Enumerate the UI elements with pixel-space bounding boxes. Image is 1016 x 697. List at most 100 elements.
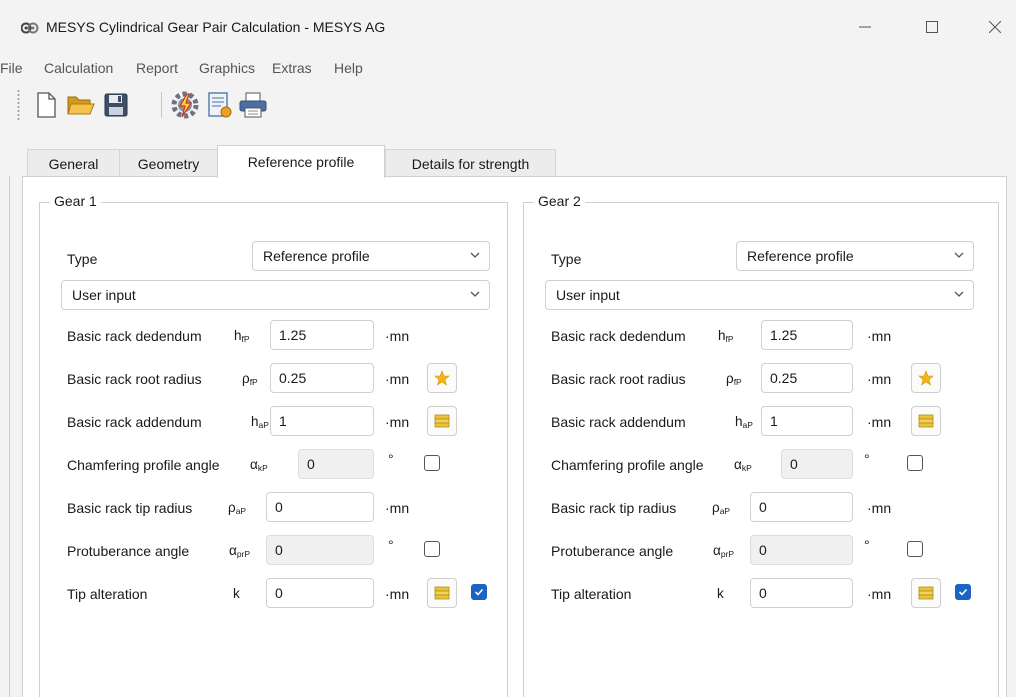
gear-1-input-mode-select[interactable]: User input (61, 280, 490, 310)
menu-bar: File Calculation Report Graphics Extras … (0, 58, 1016, 80)
gear-2-input-mode-select[interactable]: User input (545, 280, 974, 310)
unit-mn: ·mn (867, 328, 892, 344)
gear-1-title: Gear 1 (50, 193, 101, 209)
gear-1-type-select[interactable]: Reference profile (252, 241, 490, 271)
open-button[interactable] (66, 89, 96, 121)
addendum-symbol: haP (735, 414, 753, 430)
toolbar-separator (161, 92, 162, 118)
report-icon (208, 92, 232, 118)
gear-2-chamfer-angle-input[interactable]: 0 (781, 449, 853, 479)
gear-1-tip-alteration-input[interactable]: 0 (266, 578, 374, 608)
menu-extras[interactable]: Extras (272, 60, 312, 76)
unit-mn: ·mn (385, 371, 410, 387)
addendum-label: Basic rack addendum (551, 414, 686, 430)
gear-1-tip-alteration-checkbox[interactable] (471, 584, 487, 600)
tab-general[interactable]: General (27, 149, 120, 177)
gear-1-root-radius-default-button[interactable] (427, 363, 457, 393)
app-logo-icon (21, 22, 39, 34)
calculate-button[interactable] (170, 89, 200, 121)
chamfer-angle-symbol: αkP (734, 457, 752, 473)
addendum-symbol: haP (251, 414, 269, 430)
tab-reference-profile[interactable]: Reference profile (217, 145, 385, 178)
gear-2-addendum-input[interactable]: 1 (761, 406, 853, 436)
gear-2-protuberance-checkbox[interactable] (907, 541, 923, 557)
window-left-edge (9, 176, 10, 697)
gear-2-tip-alteration-options-button[interactable] (911, 578, 941, 608)
stack-icon (918, 414, 934, 428)
unit-mn: ·mn (385, 328, 410, 344)
title-bar: MESYS Cylindrical Gear Pair Calculation … (0, 0, 1016, 54)
root-radius-symbol: ρfP (242, 371, 258, 387)
chevron-down-icon (470, 252, 480, 258)
save-icon (104, 93, 128, 117)
gear-1-type-value: Reference profile (263, 248, 370, 264)
gear-2-tip-alteration-checkbox[interactable] (955, 584, 971, 600)
gear-2-tip-alteration-input[interactable]: 0 (750, 578, 853, 608)
gear-1-protuberance-input[interactable]: 0 (266, 535, 374, 565)
stack-icon (434, 586, 450, 600)
toolbar-grip[interactable] (17, 89, 20, 121)
gear-1-dedendum-input[interactable]: 1.25 (270, 320, 374, 350)
unit-degree: ° (388, 451, 394, 467)
gear-2-title: Gear 2 (534, 193, 585, 209)
tab-details-for-strength[interactable]: Details for strength (385, 149, 556, 177)
menu-graphics[interactable]: Graphics (199, 60, 255, 76)
tip-alteration-symbol: k (717, 586, 724, 601)
gear-1-addendum-options-button[interactable] (427, 406, 457, 436)
tab-geometry[interactable]: Geometry (119, 149, 218, 177)
root-radius-label: Basic rack root radius (551, 371, 686, 387)
gear-2-dedendum-input[interactable]: 1.25 (761, 320, 853, 350)
chevron-down-icon (470, 291, 480, 297)
tab-bar: General Geometry Reference profile Detai… (22, 145, 1007, 178)
close-window-button[interactable] (980, 14, 1010, 40)
gear-2-root-radius-input[interactable]: 0.25 (761, 363, 853, 393)
new-file-icon (37, 92, 56, 118)
maximize-button[interactable] (917, 14, 947, 40)
minimize-button[interactable] (850, 14, 880, 40)
menu-file[interactable]: File (0, 60, 23, 76)
gear-2-root-radius-default-button[interactable] (911, 363, 941, 393)
gear-2-protuberance-input[interactable]: 0 (750, 535, 853, 565)
unit-mn: ·mn (867, 414, 892, 430)
tip-alteration-label: Tip alteration (551, 586, 632, 602)
minimize-icon (859, 26, 871, 28)
tip-radius-label: Basic rack tip radius (67, 500, 193, 516)
gear-2-tip-radius-input[interactable]: 0 (750, 492, 853, 522)
root-radius-symbol: ρfP (726, 371, 742, 387)
chevron-down-icon (954, 291, 964, 297)
print-icon (239, 92, 267, 118)
tip-alteration-label: Tip alteration (67, 586, 148, 602)
new-file-button[interactable] (31, 89, 61, 121)
chamfer-angle-symbol: αkP (250, 457, 268, 473)
gear-1-addendum-input[interactable]: 1 (270, 406, 374, 436)
gear-2-addendum-options-button[interactable] (911, 406, 941, 436)
gear-2-type-select[interactable]: Reference profile (736, 241, 974, 271)
calculate-icon (171, 91, 199, 119)
menu-calculation[interactable]: Calculation (44, 60, 113, 76)
print-button[interactable] (238, 89, 268, 121)
star-icon (434, 370, 450, 386)
open-folder-icon (67, 96, 95, 115)
gear-1-chamfer-checkbox[interactable] (424, 455, 440, 471)
unit-mn: ·mn (867, 500, 892, 516)
unit-mn: ·mn (385, 500, 410, 516)
save-button[interactable] (101, 89, 131, 121)
gear-2-chamfer-checkbox[interactable] (907, 455, 923, 471)
menu-help[interactable]: Help (334, 60, 363, 76)
root-radius-label: Basic rack root radius (67, 371, 202, 387)
gear-1-group: Gear 1 Type Reference profile User input… (39, 193, 508, 697)
gear-1-root-radius-input[interactable]: 0.25 (270, 363, 374, 393)
gear-1-tip-alteration-options-button[interactable] (427, 578, 457, 608)
menu-report[interactable]: Report (136, 60, 178, 76)
gear-2-type-value: Reference profile (747, 248, 854, 264)
dedendum-label: Basic rack dedendum (67, 328, 202, 344)
report-button[interactable] (205, 89, 235, 121)
protuberance-symbol: αprP (713, 543, 735, 559)
close-icon (989, 21, 1001, 33)
unit-mn: ·mn (867, 371, 892, 387)
gear-1-chamfer-angle-input[interactable]: 0 (298, 449, 374, 479)
gear-1-tip-radius-input[interactable]: 0 (266, 492, 374, 522)
type-label: Type (551, 251, 582, 267)
gear-1-protuberance-checkbox[interactable] (424, 541, 440, 557)
protuberance-label: Protuberance angle (551, 543, 674, 559)
